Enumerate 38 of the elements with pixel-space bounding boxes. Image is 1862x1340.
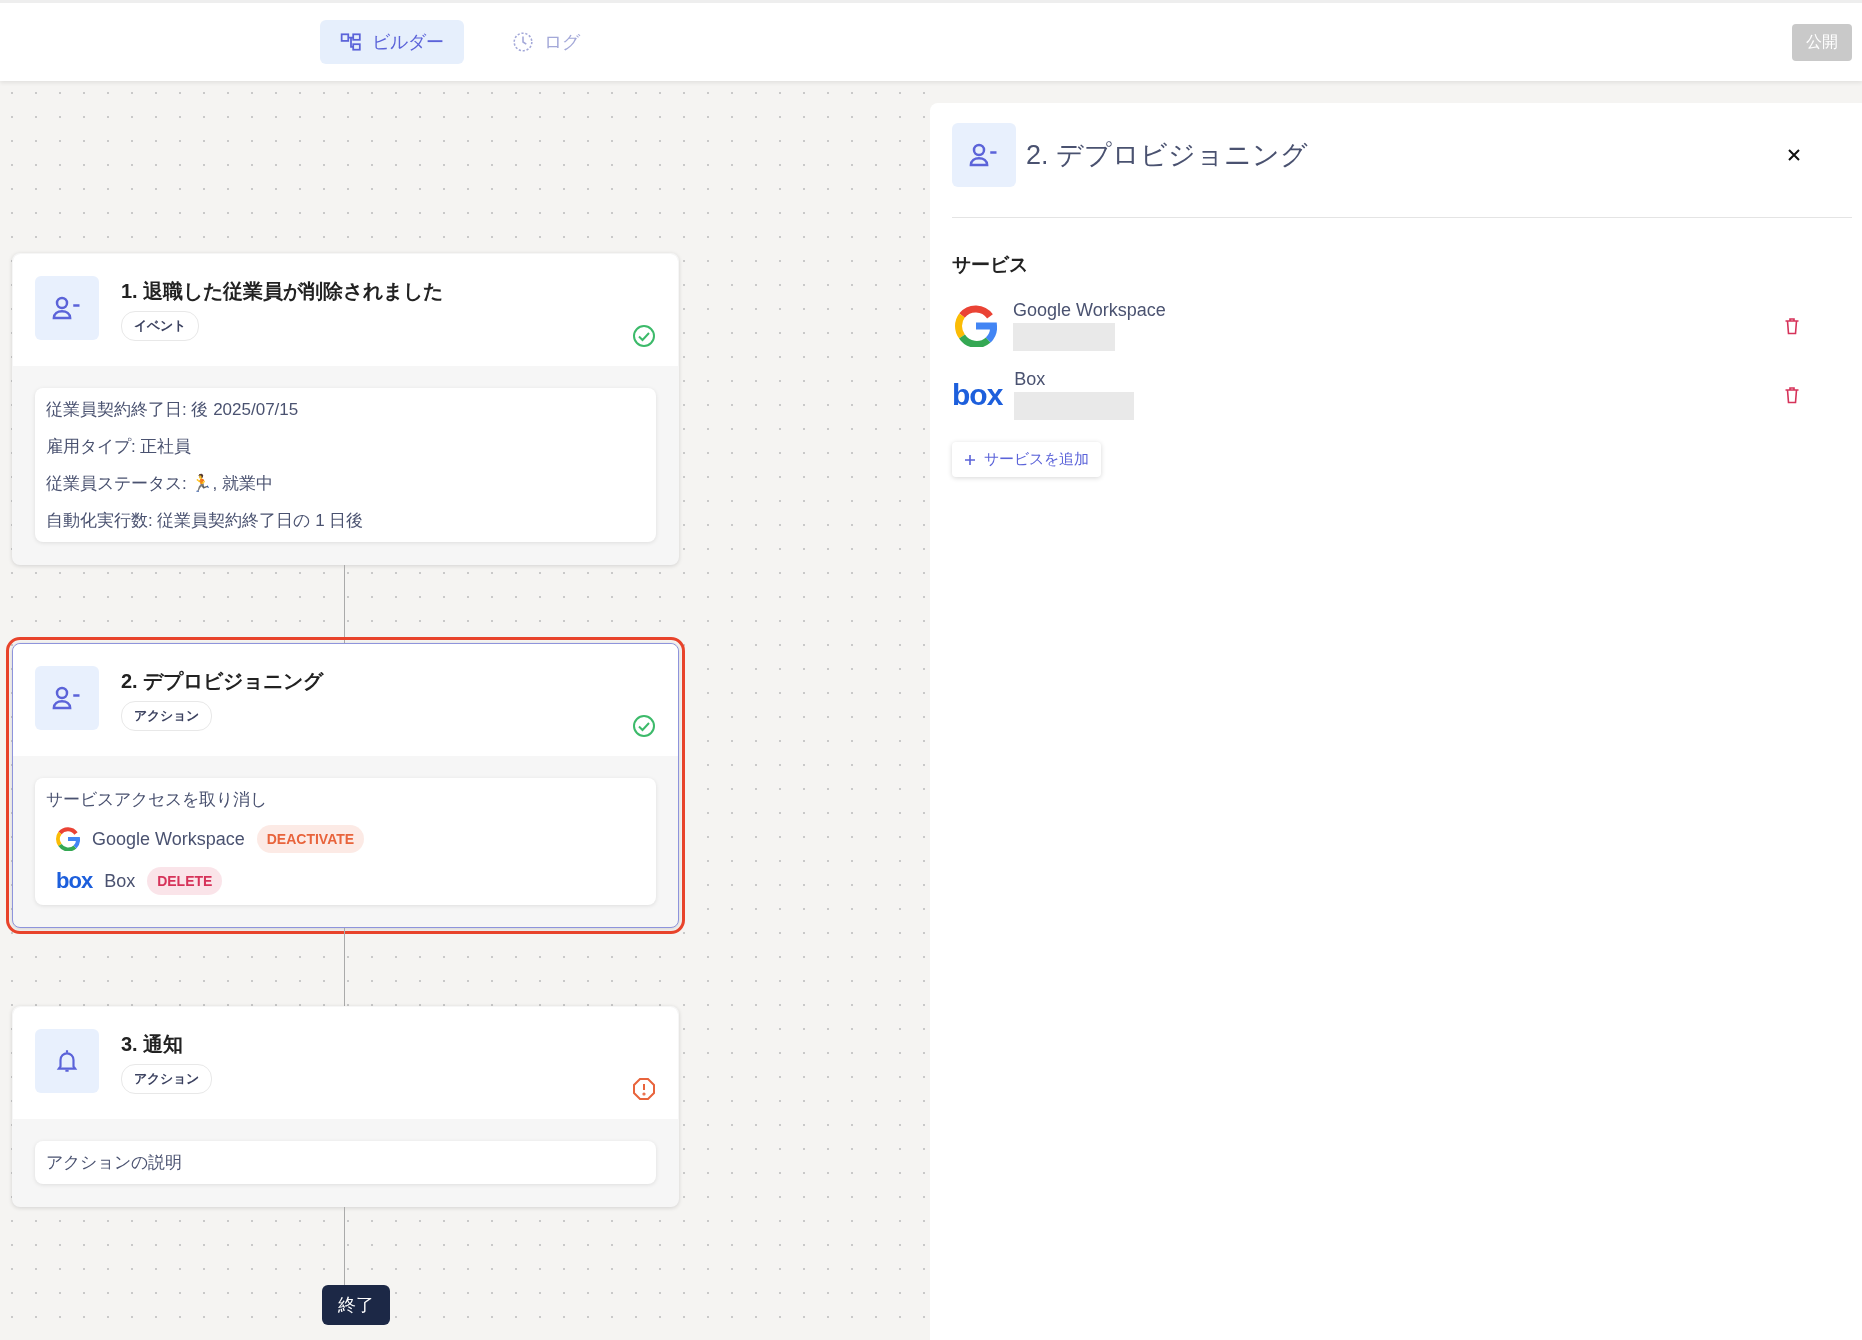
person-minus-icon — [52, 295, 82, 321]
condition-text: 自動化実行数: 従業員契約終了日の 1 日後 — [46, 510, 365, 532]
trash-icon[interactable] — [1784, 316, 1800, 335]
person-minus-icon — [969, 142, 999, 168]
clock-icon — [512, 31, 534, 53]
step-type-tag: アクション — [121, 1064, 212, 1094]
service-name: Box — [104, 870, 136, 892]
section-heading: サービス — [952, 253, 1028, 277]
step-title: 3. 通知 — [121, 1032, 184, 1057]
condition-text: 従業員ステータス: 🏃, 就業中 — [46, 473, 274, 495]
condition-text: 従業員契約終了日: 後 2025/07/15 — [46, 399, 300, 421]
action-description: アクションの説明 — [46, 1152, 183, 1174]
step-card[interactable]: 3. 通知 アクション アクションの説明 — [12, 1006, 679, 1207]
view-tab[interactable]: ビルダー — [320, 20, 464, 64]
service-name: Google Workspace — [92, 828, 245, 850]
step-title: 2. デプロビジョニング — [121, 669, 324, 694]
action-tag: DEACTIVATE — [256, 825, 365, 853]
service-logo: box — [952, 379, 1003, 410]
action-tag: DELETE — [147, 867, 223, 895]
trash-icon[interactable] — [1784, 385, 1800, 404]
service-name: Google Workspace — [1013, 300, 1167, 321]
service-logo: box — [56, 870, 93, 892]
add-service-button[interactable]: サービスを追加 — [952, 442, 1101, 477]
service-name: Box — [1014, 369, 1047, 390]
close-icon[interactable] — [1786, 147, 1802, 163]
flowchart-icon — [340, 31, 362, 53]
step-type-tag: アクション — [121, 701, 212, 731]
condition-text: 雇用タイプ: 正社員 — [46, 436, 193, 458]
step-card[interactable]: 1. 退職した従業員が削除されました イベント 従業員契約終了日: 後 2025/07/15 雇用タイプ: 正社員 従業員ステータス: 🏃, 就業中 自動化実行数: 従業員契約終了日の 1 日後 — [12, 253, 679, 565]
panel-title: 2. デプロビジョニング — [1026, 139, 1310, 172]
person-minus-icon — [52, 685, 82, 711]
end-node: 終了 — [322, 1285, 390, 1325]
step-type-tag: イベント — [121, 311, 199, 341]
plus-icon — [964, 453, 976, 466]
step-title: 1. 退職した従業員が削除されました — [121, 279, 444, 304]
action-summary: サービスアクセスを取り消し — [46, 789, 268, 811]
google-logo-icon — [56, 827, 80, 851]
google-logo-icon — [955, 304, 997, 347]
